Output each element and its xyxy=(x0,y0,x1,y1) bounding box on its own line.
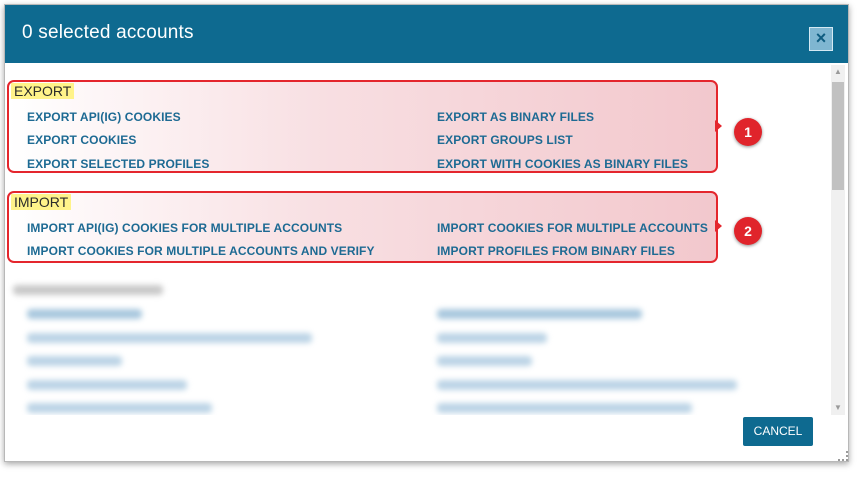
blurred-link xyxy=(437,309,642,319)
export-selected-profiles-link[interactable]: EXPORT SELECTED PROFILES xyxy=(27,157,209,171)
scroll-up-icon[interactable]: ▲ xyxy=(831,65,845,79)
import-api-cookies-link[interactable]: IMPORT API(IG) COOKIES FOR MULTIPLE ACCO… xyxy=(27,221,342,235)
export-section-label: EXPORT xyxy=(11,83,75,99)
export-cookies-link[interactable]: EXPORT COOKIES xyxy=(27,133,136,147)
blurred-link xyxy=(437,380,737,390)
export-api-cookies-link[interactable]: EXPORT API(IG) COOKIES xyxy=(27,110,181,124)
export-binary-files-link[interactable]: EXPORT AS BINARY FILES xyxy=(437,110,594,124)
import-cookies-link[interactable]: IMPORT COOKIES FOR MULTIPLE ACCOUNTS xyxy=(437,221,708,235)
blurred-link xyxy=(437,356,532,366)
export-number-badge: 1 xyxy=(734,118,762,146)
import-number-badge: 2 xyxy=(734,217,762,245)
export-groups-list-link[interactable]: EXPORT GROUPS LIST xyxy=(437,133,573,147)
cancel-button[interactable]: CANCEL xyxy=(743,417,813,446)
scroll-thumb[interactable] xyxy=(832,82,844,190)
blurred-link xyxy=(27,309,142,319)
import-binary-profiles-link[interactable]: IMPORT PROFILES FROM BINARY FILES xyxy=(437,244,675,258)
import-cookies-verify-link[interactable]: IMPORT COOKIES FOR MULTIPLE ACCOUNTS AND… xyxy=(27,244,375,258)
resize-grip-icon[interactable] xyxy=(838,451,848,461)
export-cookies-binary-link[interactable]: EXPORT WITH COOKIES AS BINARY FILES xyxy=(437,157,688,171)
scroll-down-icon[interactable]: ▼ xyxy=(831,401,845,415)
dialog-header: 0 selected accounts × xyxy=(5,5,848,63)
blurred-link xyxy=(437,333,547,343)
blurred-heading xyxy=(13,285,163,295)
blurred-link xyxy=(27,333,312,343)
accounts-dialog: 0 selected accounts × 1 EXPORT EXPORT AP… xyxy=(4,4,849,462)
dialog-content: 1 EXPORT EXPORT API(IG) COOKIES EXPORT C… xyxy=(5,63,831,415)
export-pointer-icon xyxy=(715,120,722,132)
vertical-scrollbar[interactable]: ▲ ▼ xyxy=(831,65,845,415)
blurred-link xyxy=(27,380,187,390)
blurred-link xyxy=(27,356,122,366)
import-pointer-icon xyxy=(715,220,722,232)
import-section-label: IMPORT xyxy=(11,194,72,210)
blurred-link xyxy=(27,403,212,413)
close-icon[interactable]: × xyxy=(809,27,833,51)
blurred-link xyxy=(437,403,692,413)
dialog-title: 0 selected accounts xyxy=(22,22,194,43)
